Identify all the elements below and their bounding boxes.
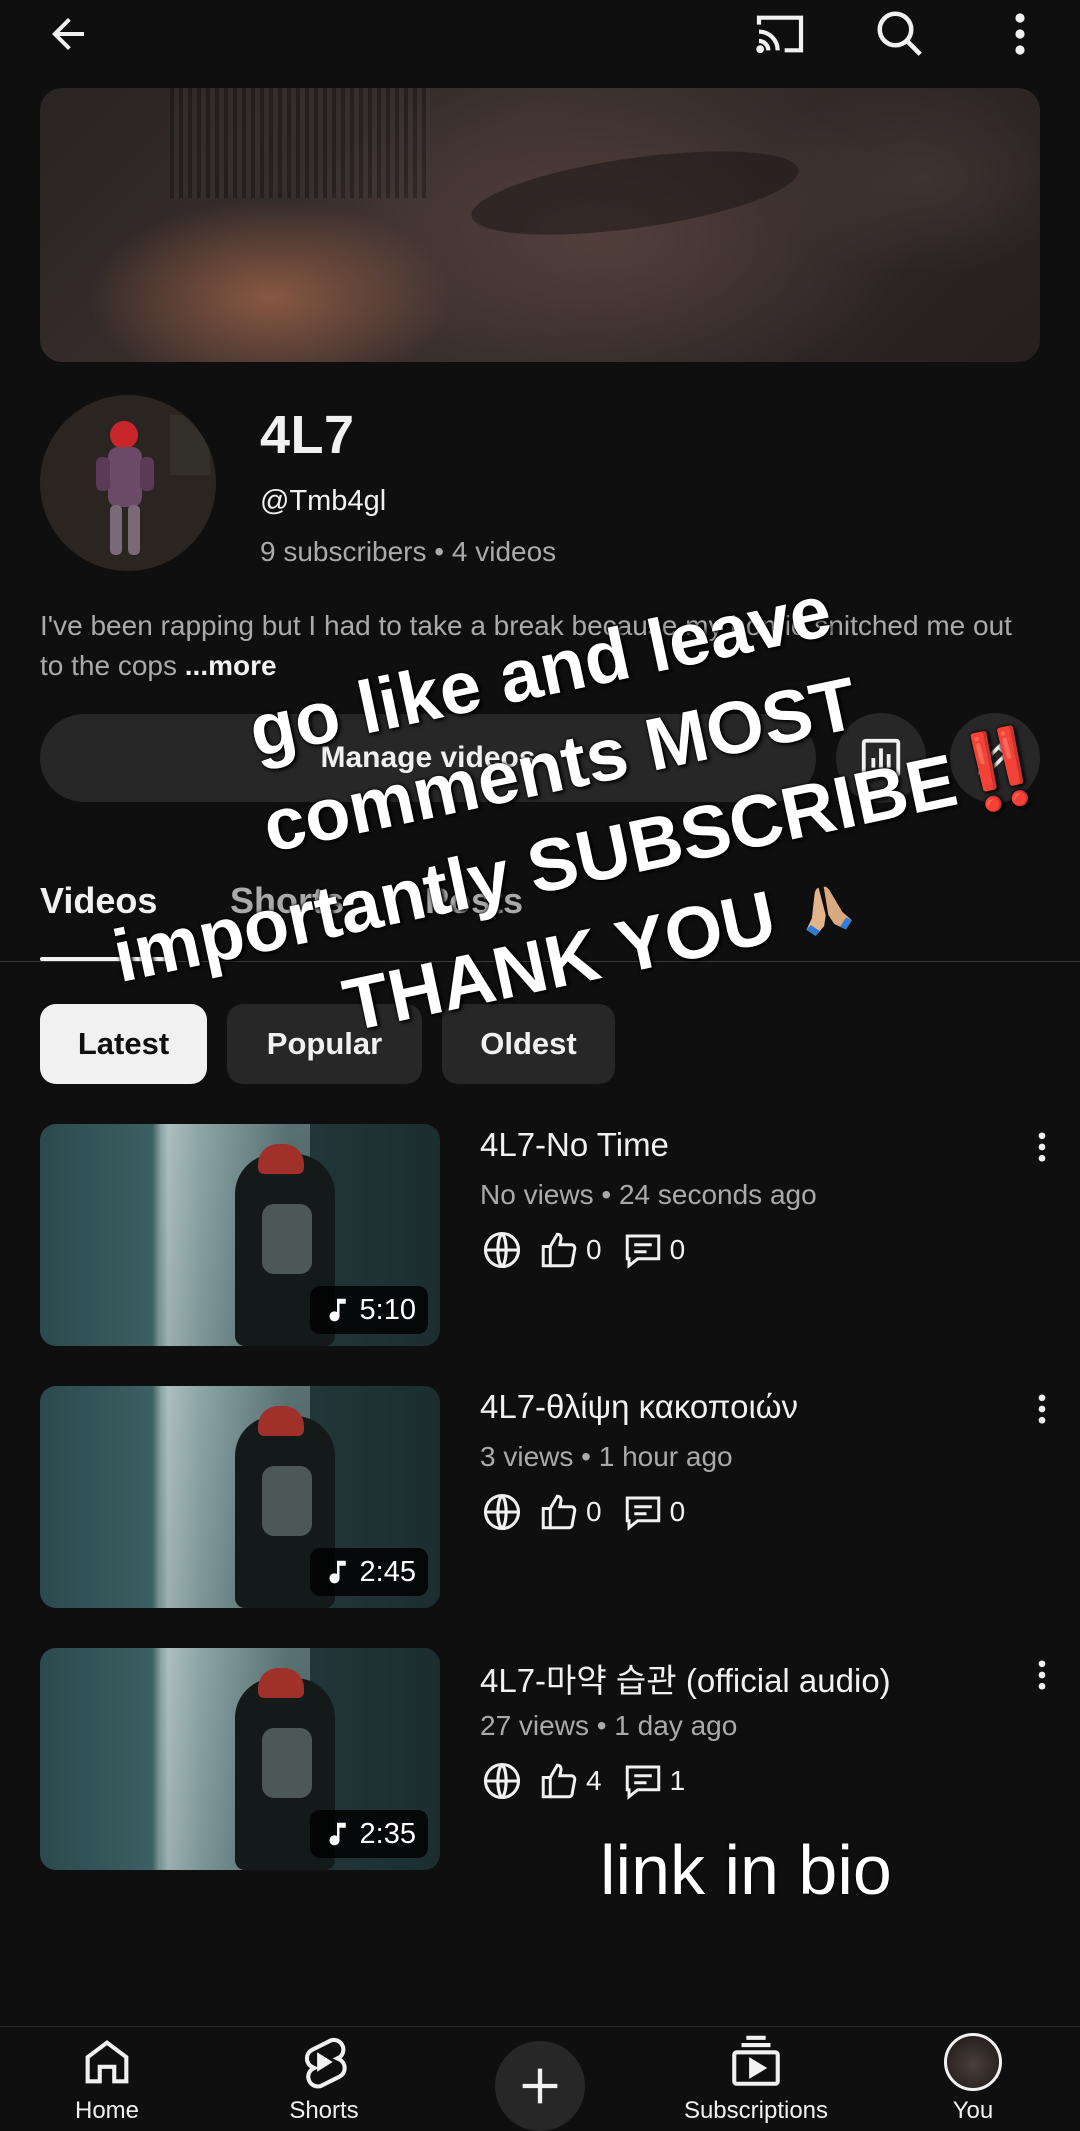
subscriptions-icon bbox=[732, 2035, 780, 2086]
nav-shorts[interactable]: Shorts bbox=[224, 2033, 424, 2125]
home-icon bbox=[85, 2040, 129, 2084]
duration-badge: 5:10 bbox=[309, 1286, 428, 1334]
avatar bbox=[944, 2033, 1002, 2091]
video-meta: No views • 24 seconds ago bbox=[480, 1179, 817, 1210]
channel-handle: @Tmb4gl bbox=[260, 485, 387, 517]
more-vert-icon bbox=[1038, 1394, 1046, 1424]
channel-avatar[interactable] bbox=[40, 395, 216, 571]
video-thumbnail[interactable]: 2:35 bbox=[40, 1648, 440, 1870]
video-meta: 27 views • 1 day ago bbox=[480, 1710, 738, 1741]
search-button[interactable] bbox=[870, 4, 930, 64]
create-plus-icon bbox=[522, 2068, 558, 2104]
globe-icon bbox=[483, 1231, 521, 1269]
cast-icon bbox=[756, 15, 804, 54]
video-stats-row: 4 1 bbox=[480, 1759, 691, 1803]
video-stats-row: 0 0 bbox=[480, 1490, 691, 1534]
nav-label: Subscriptions bbox=[683, 2097, 829, 2124]
video-stats-row: 0 0 bbox=[480, 1228, 691, 1272]
channel-banner bbox=[40, 88, 1040, 362]
comment-count: 0 bbox=[669, 1496, 686, 1527]
nav-label: You bbox=[952, 2097, 994, 2124]
duration-text: 2:35 bbox=[359, 1817, 416, 1850]
nav-label: Home bbox=[74, 2097, 140, 2124]
like-count: 0 bbox=[586, 1496, 602, 1527]
comment-count: 0 bbox=[669, 1234, 686, 1265]
more-options-button[interactable] bbox=[990, 4, 1050, 64]
video-options-button[interactable] bbox=[1024, 1651, 1060, 1699]
praying-hands-icon bbox=[806, 887, 852, 937]
duration-badge: 2:45 bbox=[309, 1548, 428, 1596]
arrow-left-icon bbox=[52, 18, 84, 50]
video-thumbnail[interactable]: 2:45 bbox=[40, 1386, 440, 1608]
video-meta: 3 views • 1 hour ago bbox=[480, 1441, 733, 1472]
channel-stats: 9 subscribers • 4 videos bbox=[260, 536, 557, 567]
top-app-bar bbox=[0, 0, 1080, 70]
like-count: 0 bbox=[586, 1234, 602, 1265]
thumbs-up-icon bbox=[541, 1232, 577, 1268]
video-title[interactable]: 4L7-θλίψη κακοποιών bbox=[480, 1388, 798, 1426]
nav-label: Shorts bbox=[289, 2097, 359, 2124]
back-button[interactable] bbox=[38, 4, 98, 64]
description-more-link[interactable]: ...more bbox=[185, 650, 277, 681]
cast-button[interactable] bbox=[750, 4, 810, 64]
duration-text: 2:45 bbox=[359, 1555, 416, 1588]
video-title[interactable]: 4L7-No Time bbox=[480, 1126, 669, 1164]
nav-home[interactable]: Home bbox=[7, 2033, 207, 2125]
music-note-icon bbox=[329, 1298, 346, 1322]
globe-icon bbox=[483, 1762, 521, 1800]
comment-icon bbox=[625, 1765, 660, 1800]
create-button[interactable] bbox=[495, 2041, 585, 2131]
nav-subscriptions[interactable]: Subscriptions bbox=[656, 2033, 856, 2125]
more-vert-icon bbox=[1038, 1132, 1046, 1162]
comment-icon bbox=[625, 1496, 660, 1531]
music-note-icon bbox=[329, 1822, 346, 1846]
like-count: 4 bbox=[586, 1765, 602, 1796]
duration-badge: 2:35 bbox=[309, 1810, 428, 1858]
video-options-button[interactable] bbox=[1024, 1123, 1060, 1171]
video-options-button[interactable] bbox=[1024, 1385, 1060, 1433]
search-icon bbox=[877, 11, 922, 56]
globe-icon bbox=[483, 1493, 521, 1531]
more-vert-icon bbox=[1015, 13, 1025, 55]
link-in-bio-text: link in bio bbox=[600, 1831, 892, 1909]
channel-name: 4L7 bbox=[260, 405, 355, 465]
nav-you[interactable]: You bbox=[873, 2033, 1073, 2125]
comment-count: 1 bbox=[669, 1765, 686, 1796]
more-vert-icon bbox=[1038, 1660, 1046, 1690]
video-thumbnail[interactable]: 5:10 bbox=[40, 1124, 440, 1346]
bottom-navigation: Home Shorts Subscriptions You bbox=[0, 2026, 1080, 2131]
comment-icon bbox=[625, 1234, 660, 1269]
thumbs-up-icon bbox=[541, 1763, 577, 1799]
thumbs-up-icon bbox=[541, 1494, 577, 1530]
video-title[interactable]: 4L7-마약 습관 (official audio) bbox=[480, 1654, 891, 1702]
duration-text: 5:10 bbox=[359, 1293, 416, 1326]
music-note-icon bbox=[329, 1560, 346, 1584]
shorts-icon bbox=[304, 2037, 347, 2089]
